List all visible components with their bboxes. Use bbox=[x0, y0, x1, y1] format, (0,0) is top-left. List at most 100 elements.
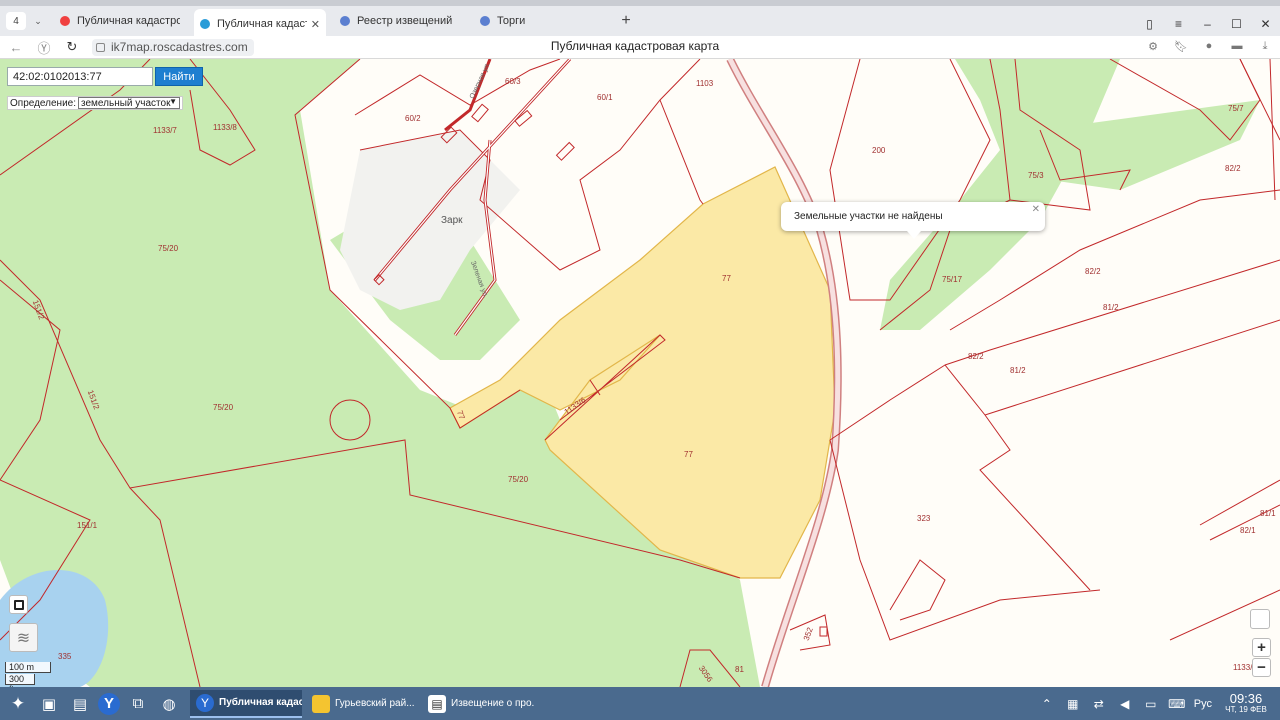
parcel-label: 81/1 bbox=[1260, 509, 1276, 518]
cadastral-search: Найти bbox=[7, 67, 203, 86]
parcel-label: 82/1 bbox=[1240, 526, 1256, 535]
clock[interactable]: 09:36 ЧТ, 19 ФЕВ bbox=[1220, 692, 1272, 715]
definition-select[interactable]: земельный участок ▼ bbox=[78, 97, 181, 109]
parcel-label: 81/2 bbox=[1103, 303, 1119, 312]
task-browser[interactable]: Y Публичная кадас... bbox=[190, 689, 302, 718]
download-icon[interactable]: ⤓ bbox=[1258, 39, 1272, 53]
parcel-label: 60/3 bbox=[505, 77, 521, 86]
monitor-icon[interactable]: ▭ bbox=[1140, 694, 1162, 714]
map-tool-button[interactable] bbox=[1250, 609, 1270, 629]
document-icon: ▤ bbox=[428, 694, 446, 713]
parcel-label: 1133/ bbox=[1233, 663, 1253, 672]
keyboard-icon[interactable]: ⌨ bbox=[1166, 694, 1188, 714]
parcel-label: 1103 bbox=[696, 79, 714, 88]
layers-button[interactable]: ≋ bbox=[9, 623, 38, 652]
definition-label: Определение: bbox=[10, 97, 77, 109]
tab-label: Публичная кадастров bbox=[217, 18, 307, 30]
emblem-favicon-icon bbox=[480, 16, 490, 26]
maximize-icon[interactable]: ☐ bbox=[1222, 14, 1251, 34]
parcel-label: 75/7 bbox=[1228, 104, 1244, 113]
zoom-out-button[interactable]: − bbox=[1252, 658, 1271, 677]
extensions-icon[interactable]: ⚙ bbox=[1146, 39, 1160, 53]
map-favicon-icon bbox=[200, 19, 210, 29]
task-folder[interactable]: Гурьевский рай... bbox=[306, 690, 418, 718]
bookmark-icon[interactable]: 🔖︎ bbox=[1174, 39, 1188, 53]
definition-value: земельный участок bbox=[81, 97, 171, 109]
close-window-icon[interactable]: ✕ bbox=[1251, 14, 1280, 34]
fullscreen-button[interactable] bbox=[9, 595, 28, 614]
yandex-favicon-icon bbox=[60, 16, 70, 26]
parcel-label: 352 bbox=[802, 626, 815, 642]
parcel-label: 75/20 bbox=[213, 403, 234, 412]
new-tab-button[interactable]: + bbox=[616, 11, 636, 31]
chevron-down-icon: ▼ bbox=[169, 97, 178, 106]
yandex-browser-icon[interactable]: Y bbox=[98, 692, 120, 715]
tab-notices-registry[interactable]: Реестр извещений bbox=[334, 7, 466, 35]
emblem-favicon-icon bbox=[340, 16, 350, 26]
volume-icon[interactable]: ◀ bbox=[1114, 694, 1136, 714]
address-bar: ← Ⓨ ↻ ik7map.roscadastres.com Публичная … bbox=[0, 36, 1280, 59]
tab-auctions[interactable]: Торги bbox=[474, 7, 606, 35]
tray-network-icon[interactable]: ⇄ bbox=[1088, 694, 1110, 714]
window-controls: ▯ ≡ – ☐ ✕ bbox=[1135, 14, 1280, 34]
windows-icon[interactable]: ⧉ bbox=[125, 691, 151, 717]
tab-counter[interactable]: 4 bbox=[6, 12, 26, 30]
browser-tab-strip: 4 ⌄ Публичная кадастровая Публичная када… bbox=[0, 0, 1280, 39]
parcel-label: 60/2 bbox=[405, 114, 421, 123]
task-label: Гурьевский рай... bbox=[335, 698, 415, 709]
tabs-dropdown-icon[interactable]: ⌄ bbox=[30, 12, 46, 30]
keyboard-language[interactable]: Рус bbox=[1194, 698, 1212, 710]
parcel-label: 323 bbox=[917, 514, 931, 523]
fullscreen-icon bbox=[13, 599, 24, 610]
parcel-label: 82/2 bbox=[1085, 267, 1101, 276]
parcel-label: 335 bbox=[58, 652, 72, 661]
definition-row: Определение: земельный участок ▼ bbox=[7, 96, 184, 110]
scale-imperial: 300 ft bbox=[5, 674, 35, 687]
close-tab-icon[interactable]: ✕ bbox=[311, 18, 320, 31]
document-icon[interactable]: ▤ bbox=[67, 691, 93, 717]
parcel-label: 1133/7 bbox=[153, 126, 177, 135]
parcel-label: 75/20 bbox=[508, 475, 529, 484]
task-document[interactable]: ▤ Извещение о про... bbox=[422, 690, 534, 718]
tray-up-icon[interactable]: ⌃ bbox=[1036, 694, 1058, 714]
cadastral-number-input[interactable] bbox=[7, 67, 153, 86]
scale-metric: 100 m bbox=[5, 662, 51, 673]
parcel-label: 75/20 bbox=[158, 244, 179, 253]
parcel-label: 151/1 bbox=[77, 521, 98, 530]
menu-icon[interactable]: ≡ bbox=[1164, 14, 1193, 34]
back-icon[interactable]: ← bbox=[2, 40, 30, 55]
zoom-in-button[interactable]: + bbox=[1252, 638, 1271, 657]
parcel-label: 77 bbox=[684, 450, 693, 459]
tray-app-icon[interactable]: ▦ bbox=[1062, 694, 1084, 714]
yandex-browser-icon: Y bbox=[196, 693, 214, 712]
profile-icon[interactable]: ● bbox=[1202, 39, 1216, 53]
popup-message: Земельные участки не найдены bbox=[794, 211, 943, 222]
parcel-label: 60/1 bbox=[597, 93, 613, 102]
info-popup: Земельные участки не найдены ✕ bbox=[781, 202, 1045, 239]
parcel-label: 81/2 bbox=[1010, 366, 1026, 375]
popup-tail bbox=[907, 231, 921, 239]
tab-cadastral-2[interactable]: Публичная кадастров ✕ bbox=[194, 9, 326, 39]
parcel-label: 1133/8 bbox=[213, 123, 237, 132]
task-label: Публичная кадас... bbox=[219, 697, 302, 708]
tab-cadastral-1[interactable]: Публичная кадастровая bbox=[54, 7, 186, 35]
close-icon[interactable]: ✕ bbox=[1032, 204, 1040, 215]
cadastral-map[interactable]: 60/3 60/1 60/2 1103 200 75/7 82/2 75/3 1… bbox=[0, 59, 1280, 687]
find-button[interactable]: Найти bbox=[155, 67, 203, 86]
reload-icon[interactable]: ↻ bbox=[58, 39, 86, 55]
taskbar: ✦ ▣ ▤ Y ⧉ ◍ Y Публичная кадас... Гурьевс… bbox=[0, 687, 1280, 720]
minimize-icon[interactable]: – bbox=[1193, 14, 1222, 34]
map-canvas[interactable]: 60/3 60/1 60/2 1103 200 75/7 82/2 75/3 1… bbox=[0, 59, 1280, 687]
file-manager-icon[interactable]: ▣ bbox=[36, 691, 62, 717]
url-field[interactable]: ik7map.roscadastres.com bbox=[92, 38, 254, 56]
parcel-label: 82/2 bbox=[968, 352, 984, 361]
bookmarks-panel-icon[interactable]: ▯ bbox=[1135, 14, 1164, 34]
parcel-label: 75/17 bbox=[942, 275, 963, 284]
clock-date: ЧТ, 19 ФЕВ bbox=[1225, 705, 1267, 714]
folder-icon bbox=[312, 694, 330, 713]
protect-icon[interactable]: ▬ bbox=[1230, 39, 1244, 53]
yandex-icon[interactable]: Ⓨ bbox=[30, 38, 58, 57]
url-text: ik7map.roscadastres.com bbox=[111, 40, 248, 54]
network-globe-icon[interactable]: ◍ bbox=[156, 691, 182, 717]
start-menu-icon[interactable]: ✦ bbox=[5, 691, 31, 717]
